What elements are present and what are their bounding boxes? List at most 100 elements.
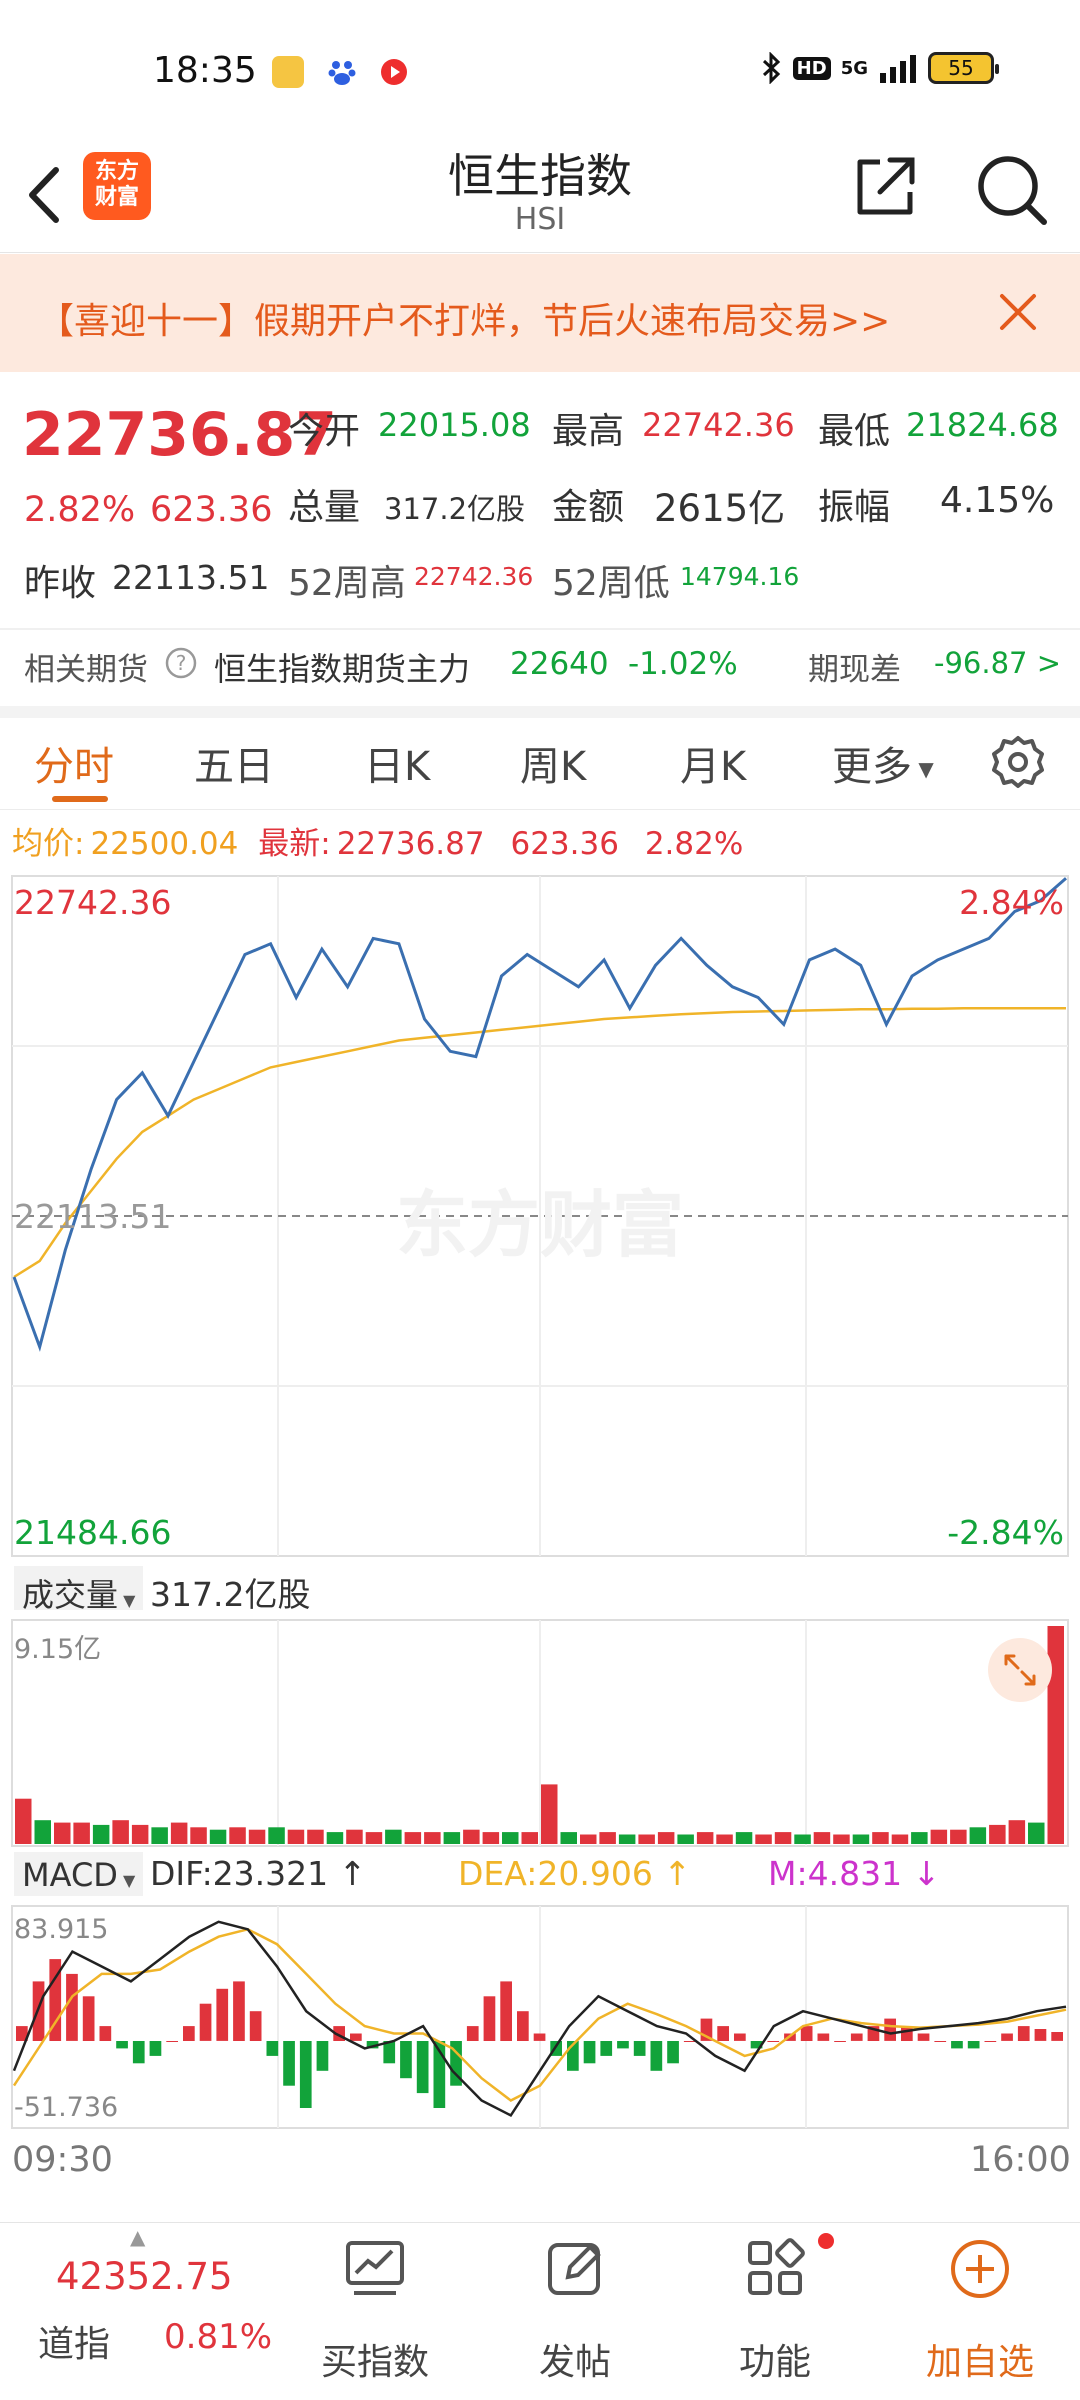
- macd-bar: [917, 2033, 930, 2041]
- active-tab-indicator: [52, 796, 108, 802]
- battery-icon: 55: [928, 52, 999, 84]
- volume-indicator-selector[interactable]: 成交量 ▼: [14, 1566, 144, 1614]
- edit-icon: [548, 2243, 601, 2295]
- macd-bar: [249, 2011, 262, 2041]
- volume-bar: [833, 1834, 850, 1844]
- macd-bar: [533, 2033, 546, 2041]
- bluetooth-icon: [762, 52, 780, 84]
- macd-bar: [1051, 2032, 1063, 2041]
- macd-bar: [717, 2026, 729, 2041]
- battery-level: 55: [948, 56, 974, 80]
- basis-label: 期现差: [808, 652, 901, 688]
- volume-bar: [1028, 1822, 1045, 1844]
- section-divider: [0, 706, 1080, 718]
- futures-label: 相关期货: [24, 652, 148, 688]
- watermark: 东方财富: [396, 1183, 684, 1267]
- post-button[interactable]: 发帖: [500, 2223, 650, 2400]
- volume-chart[interactable]: 9.15亿: [0, 1618, 1080, 1848]
- volume-bar: [677, 1834, 694, 1844]
- macd-bar: [132, 2041, 145, 2064]
- buy-index-label: 买指数: [320, 2342, 429, 2383]
- open-value: 22015.08: [378, 406, 531, 444]
- macd-bar: [1001, 2033, 1013, 2041]
- share-icon: [857, 157, 915, 215]
- basis-value[interactable]: -96.87 >: [934, 646, 1061, 680]
- expand-button[interactable]: [988, 1638, 1052, 1702]
- volume-bar: [950, 1829, 967, 1844]
- macd-indicator-selector[interactable]: MACD ▼: [14, 1852, 144, 1896]
- volume-bar: [131, 1824, 149, 1844]
- macd-bar: [149, 2041, 162, 2056]
- tab-five-day[interactable]: 五日: [194, 734, 274, 792]
- intraday-chart[interactable]: 东方财富 22742.36 2.84% 22113.51 21484.66 -2…: [0, 870, 1080, 1560]
- search-button[interactable]: [972, 150, 1052, 230]
- macd-bar: [667, 2041, 679, 2064]
- arrow-up-icon: ↑: [338, 1854, 367, 1893]
- wk52-high-value: 22742.36: [414, 562, 534, 591]
- macd-bar: [500, 1981, 512, 2041]
- macd-bar: [350, 2033, 362, 2041]
- macd-bar: [233, 1981, 245, 2041]
- macd-bar: [216, 1988, 229, 2041]
- arrow-down-icon: ↓: [912, 1854, 941, 1893]
- volume-bar: [599, 1832, 616, 1844]
- macd-bar: [199, 2003, 212, 2041]
- tab-weekly-k[interactable]: 周K: [520, 734, 586, 792]
- tab-daily-k[interactable]: 日K: [364, 734, 430, 792]
- brand-logo[interactable]: 东方 财富: [83, 152, 151, 220]
- macd-bar: [283, 2041, 295, 2086]
- volume-bar: [190, 1827, 207, 1844]
- macd-bar: [517, 2011, 529, 2041]
- wk52-low-value: 14794.16: [680, 562, 800, 591]
- tab-intraday[interactable]: 分时: [34, 734, 114, 792]
- wk52-high-label: 52周高: [288, 563, 406, 604]
- volume-total: 317.2亿股: [150, 1575, 311, 1614]
- wk52-low-label: 52周低: [552, 563, 670, 604]
- volume-bar: [735, 1832, 753, 1844]
- dropdown-triangle-icon: ▼: [117, 1871, 136, 1890]
- volume-bar: [463, 1829, 480, 1844]
- promo-banner[interactable]: 【喜迎十一】假期开户不打烊，节后火速布局交易>>: [0, 254, 1080, 372]
- arrow-up-icon: ↑: [663, 1854, 691, 1893]
- macd-m: M:4.831 ↓: [768, 1854, 940, 1893]
- macd-bar: [683, 2041, 696, 2042]
- promo-text[interactable]: 【喜迎十一】假期开户不打烊，节后火速布局交易>>: [38, 292, 890, 344]
- volume-bar: [424, 1832, 441, 1844]
- volume-bar: [73, 1822, 90, 1844]
- tab-monthly-k[interactable]: 月K: [680, 734, 746, 792]
- status-time: 18:35: [153, 50, 257, 91]
- volume-bar: [541, 1784, 558, 1844]
- dow-ticker[interactable]: ▲ 42352.75 道指 0.81%: [0, 2223, 290, 2400]
- volume-bar: [502, 1832, 519, 1844]
- buy-index-button[interactable]: 买指数: [300, 2223, 450, 2400]
- macd-bar: [299, 2041, 312, 2108]
- plus-circle-icon: [951, 2240, 1009, 2298]
- volume-bar: [969, 1827, 987, 1844]
- macd-bar: [1017, 2026, 1030, 2041]
- macd-bar: [600, 2041, 613, 2056]
- dow-pct: 0.81%: [164, 2317, 273, 2357]
- macd-bar: [416, 2041, 429, 2094]
- amplitude-label: 振幅: [818, 487, 891, 528]
- back-button[interactable]: [18, 160, 78, 230]
- tab-more[interactable]: 更多 ▼: [832, 734, 934, 792]
- latest-value: 22736.87: [336, 826, 485, 862]
- add-watchlist-button[interactable]: 加自选: [900, 2223, 1060, 2400]
- futures-price: 22640: [510, 646, 609, 682]
- macd-chart[interactable]: 83.915 -51.736: [0, 1904, 1080, 2130]
- macd-bar: [82, 1996, 95, 2041]
- latest-change: 623.36: [510, 826, 619, 862]
- macd-bar: [817, 2033, 830, 2041]
- avg-value: 22500.04: [90, 826, 239, 862]
- volume-bar: [580, 1834, 597, 1844]
- share-button[interactable]: [850, 150, 922, 222]
- macd-bar: [934, 2041, 947, 2042]
- volume-max-label: 9.15亿: [14, 1634, 101, 1665]
- chart-settings-button[interactable]: [988, 732, 1048, 796]
- features-button[interactable]: 功能: [700, 2223, 850, 2400]
- help-icon[interactable]: ?: [164, 646, 198, 684]
- related-futures-row[interactable]: 相关期货 ? 恒生指数期货主力 22640 -1.02% 期现差 -96.87 …: [0, 630, 1080, 708]
- macd-dea: DEA:20.906 ↑: [458, 1854, 691, 1893]
- post-label: 发帖: [538, 2342, 611, 2383]
- promo-close-button[interactable]: [990, 284, 1046, 340]
